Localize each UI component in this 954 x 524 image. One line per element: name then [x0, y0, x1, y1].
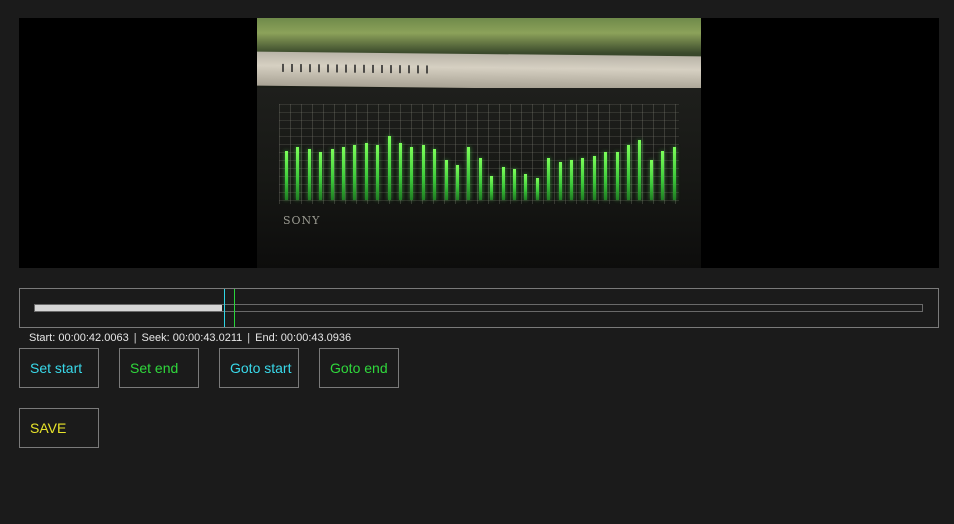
- time-readout: Start: 00:00:42.0063 | Seek: 00:00:43.0211…: [29, 332, 351, 344]
- equalizer-bar: [296, 147, 300, 200]
- equalizer-bar: [558, 161, 562, 200]
- equalizer-bar: [570, 160, 573, 200]
- equalizer-bar: [444, 160, 448, 200]
- equalizer-bar: [376, 145, 380, 200]
- equalizer-bar: [524, 173, 528, 200]
- goto-end-button[interactable]: Goto end: [319, 348, 399, 388]
- equalizer-bar: [581, 158, 585, 200]
- equalizer-bar: [490, 175, 494, 200]
- end-marker[interactable]: [233, 289, 235, 327]
- handwritten-label-strip: [257, 51, 701, 91]
- set-end-button[interactable]: Set end: [119, 348, 199, 388]
- equalizer-bar: [399, 142, 402, 200]
- equalizer-bar: [353, 145, 357, 200]
- goto-start-button[interactable]: Goto start: [219, 348, 299, 388]
- equalizer-bar: [535, 178, 539, 200]
- equalizer-bar: [672, 147, 676, 200]
- equalizer-bar: [319, 151, 323, 200]
- equalizer-bar: [387, 136, 391, 200]
- brand-logo: SONY: [283, 214, 321, 227]
- equalizer-bar: [615, 151, 619, 200]
- timeline-scrubber[interactable]: [19, 288, 939, 328]
- timeline-progress-fill: [35, 305, 222, 311]
- equalizer-bar: [661, 150, 665, 200]
- end-time-label: End: 00:00:43.0936: [255, 332, 352, 344]
- equalizer-bar: [467, 147, 471, 200]
- equalizer-bar: [433, 149, 437, 200]
- video-player[interactable]: SONY: [19, 18, 939, 268]
- equalizer-bar: [501, 167, 505, 200]
- start-time-label: Start: 00:00:42.0063: [29, 332, 129, 344]
- equalizer-bar: [307, 149, 311, 200]
- equalizer-bar: [342, 147, 345, 200]
- seek-marker[interactable]: [224, 289, 226, 327]
- separator: |: [133, 332, 137, 344]
- video-frame-image: SONY: [257, 18, 701, 268]
- equalizer-bar: [364, 142, 368, 200]
- set-start-button[interactable]: Set start: [19, 348, 99, 388]
- equalizer-bar: [478, 158, 482, 200]
- equalizer-bar: [421, 145, 425, 200]
- equalizer-bar: [285, 150, 288, 200]
- equalizer-bar: [649, 160, 653, 200]
- timeline-track[interactable]: [34, 304, 923, 312]
- equalizer-bar: [627, 145, 630, 200]
- video-trimmer: SONY Start: 00:00:42.0063 | Seek: 00:00:43…: [0, 0, 954, 524]
- save-button[interactable]: SAVE: [19, 408, 99, 448]
- equalizer-bar: [604, 151, 608, 200]
- equalizer-bar: [410, 147, 414, 200]
- equalizer-bar: [330, 149, 334, 200]
- separator: |: [247, 332, 251, 344]
- equalizer-bar: [456, 164, 459, 200]
- equalizer-bar: [513, 169, 516, 200]
- seek-time-label: Seek: 00:00:43.0211: [141, 332, 243, 344]
- equalizer-bar: [592, 156, 596, 200]
- equalizer-bar: [638, 139, 642, 200]
- equalizer-bar: [547, 158, 551, 200]
